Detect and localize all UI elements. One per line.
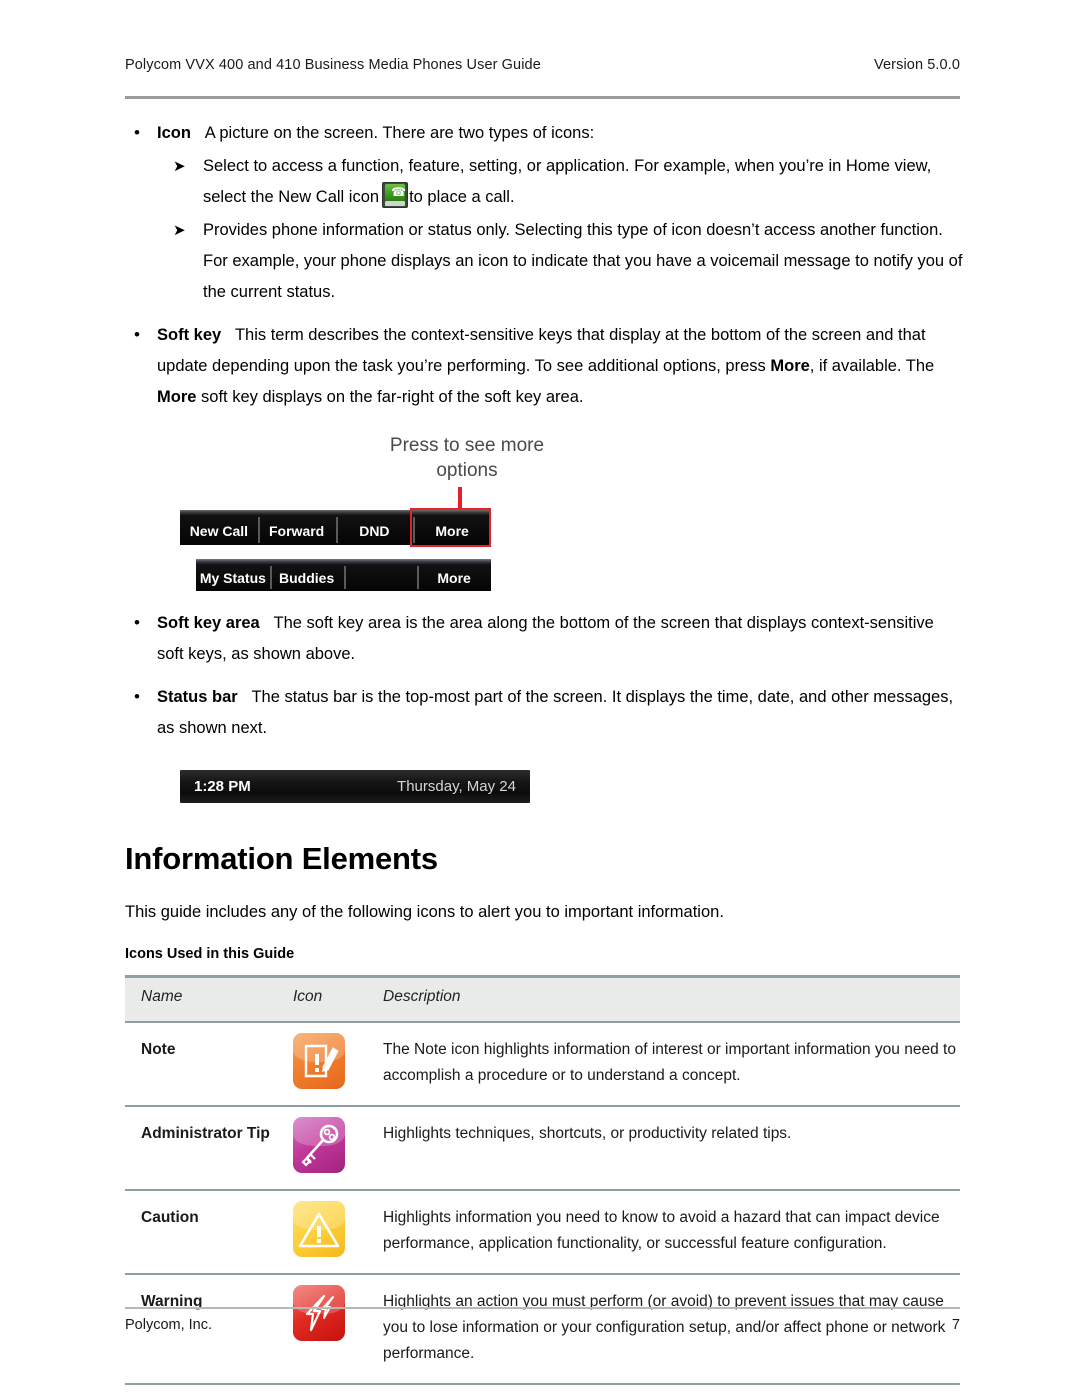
row-description-caution: Highlights information you need to know … xyxy=(383,1190,960,1275)
soft-key-forward[interactable]: Forward xyxy=(257,510,336,545)
soft-key-bar-secondary: My Status Buddies More xyxy=(196,559,491,591)
soft-key-figure: Press to see more options New Call Forwa… xyxy=(180,425,640,591)
page-content: • Icon A picture on the screen. There ar… xyxy=(125,118,965,1385)
bullet-marker: • xyxy=(134,325,140,344)
bullet-soft-key-area: • Soft key area The soft key area is the… xyxy=(125,608,965,670)
new-call-icon: ☎ xyxy=(382,182,409,208)
status-bar-figure: 1:28 PM Thursday, May 24 xyxy=(180,770,530,803)
new-call-icon-label-strip xyxy=(385,201,406,206)
term-soft-key: Soft key xyxy=(157,326,222,344)
header-divider xyxy=(125,96,960,99)
bullet-icon: • Icon A picture on the screen. There ar… xyxy=(125,118,965,149)
section-heading: Information Elements xyxy=(125,841,438,876)
soft-key-area-definition: The soft key area is the area along the … xyxy=(157,614,934,663)
row-name-administrator-tip: Administrator Tip xyxy=(125,1106,293,1191)
warning-triangle-icon xyxy=(293,1201,345,1257)
column-header-name: Name xyxy=(125,975,293,1023)
table-header: Name Icon Description xyxy=(125,975,960,1023)
term-status-bar: Status bar xyxy=(157,688,238,706)
table-header-row: Name Icon Description xyxy=(125,975,960,1023)
footer-page-number: 7 xyxy=(951,1317,960,1333)
soft-key-more[interactable]: More xyxy=(413,510,491,545)
status-bar-date: Thursday, May 24 xyxy=(397,778,516,795)
soft-key-more-secondary[interactable]: More xyxy=(417,559,491,591)
status-bar-definition: The status bar is the top-most part of t… xyxy=(157,688,954,737)
soft-key-bold-more-1: More xyxy=(770,357,810,375)
soft-key-buddies[interactable]: Buddies xyxy=(269,559,344,591)
soft-key-text-part3: soft key displays on the far-right of th… xyxy=(201,388,584,406)
row-icon-cell-caution xyxy=(293,1190,383,1275)
handset-glyph: ☎ xyxy=(391,185,407,199)
column-header-description: Description xyxy=(383,975,960,1023)
soft-key-text-part2: , if available. The xyxy=(809,357,935,375)
header-version: Version 5.0.0 xyxy=(874,57,960,73)
row-name-note: Note xyxy=(125,1022,293,1107)
soft-key-dnd[interactable]: DND xyxy=(335,510,414,545)
note-icon xyxy=(293,1033,345,1089)
soft-key-empty xyxy=(343,559,418,591)
bullet-status-bar: • Status bar The status bar is the top-m… xyxy=(125,682,965,744)
header-document-title: Polycom VVX 400 and 410 Business Media P… xyxy=(125,57,541,73)
term-soft-key-area: Soft key area xyxy=(157,614,260,632)
footer-company: Polycom, Inc. xyxy=(125,1317,213,1333)
key-icon xyxy=(293,1117,345,1173)
soft-key-bold-more-2: More xyxy=(157,388,197,406)
column-header-icon: Icon xyxy=(293,975,383,1023)
term-icon: Icon xyxy=(157,124,191,142)
sub-bullet-select-text-after: to place a call. xyxy=(409,188,515,206)
bullet-marker: • xyxy=(134,123,140,142)
running-footer: Polycom, Inc. 7 xyxy=(125,1317,960,1333)
section-intro-text: This guide includes any of the following… xyxy=(125,903,724,921)
soft-key-my-status[interactable]: My Status xyxy=(196,559,270,591)
sub-bullet-select-text-before: Select to access a function, feature, se… xyxy=(203,157,932,206)
bullet-marker: • xyxy=(134,613,140,632)
table-row: Note The Note icon highlights informatio… xyxy=(125,1022,960,1107)
sub-bullet-select-icon: ➤ Select to access a function, feature, … xyxy=(125,151,965,213)
soft-key-new-call[interactable]: New Call xyxy=(180,510,258,545)
footer-divider xyxy=(125,1307,960,1309)
sub-bullet-status-icon: ➤ Provides phone information or status o… xyxy=(125,215,965,308)
row-name-caution: Caution xyxy=(125,1190,293,1275)
arrow-bullet-icon: ➤ xyxy=(173,222,186,239)
running-header: Polycom VVX 400 and 410 Business Media P… xyxy=(125,57,960,73)
status-bar-time: 1:28 PM xyxy=(194,778,251,795)
row-icon-cell-administrator-tip xyxy=(293,1106,383,1191)
bullet-soft-key: • Soft key This term describes the conte… xyxy=(125,320,965,413)
arrow-bullet-icon: ➤ xyxy=(173,158,186,175)
table-row: Administrator Tip Highlights techniques,… xyxy=(125,1106,960,1191)
table-row: Caution Highlights information you need … xyxy=(125,1190,960,1275)
soft-key-bar-primary: New Call Forward DND More xyxy=(180,510,491,545)
row-description-administrator-tip: Highlights techniques, shortcuts, or pro… xyxy=(383,1106,960,1191)
bullet-marker: • xyxy=(134,687,140,706)
sub-bullet-status-text: Provides phone information or status onl… xyxy=(203,221,963,301)
soft-key-callout-label: Press to see more options xyxy=(389,435,545,481)
row-icon-cell-note xyxy=(293,1022,383,1107)
document-page: Polycom VVX 400 and 410 Business Media P… xyxy=(0,0,1080,1397)
row-description-note: The Note icon highlights information of … xyxy=(383,1022,960,1107)
table-caption: Icons Used in this Guide xyxy=(125,946,295,962)
term-icon-definition: A picture on the screen. There are two t… xyxy=(204,124,595,142)
